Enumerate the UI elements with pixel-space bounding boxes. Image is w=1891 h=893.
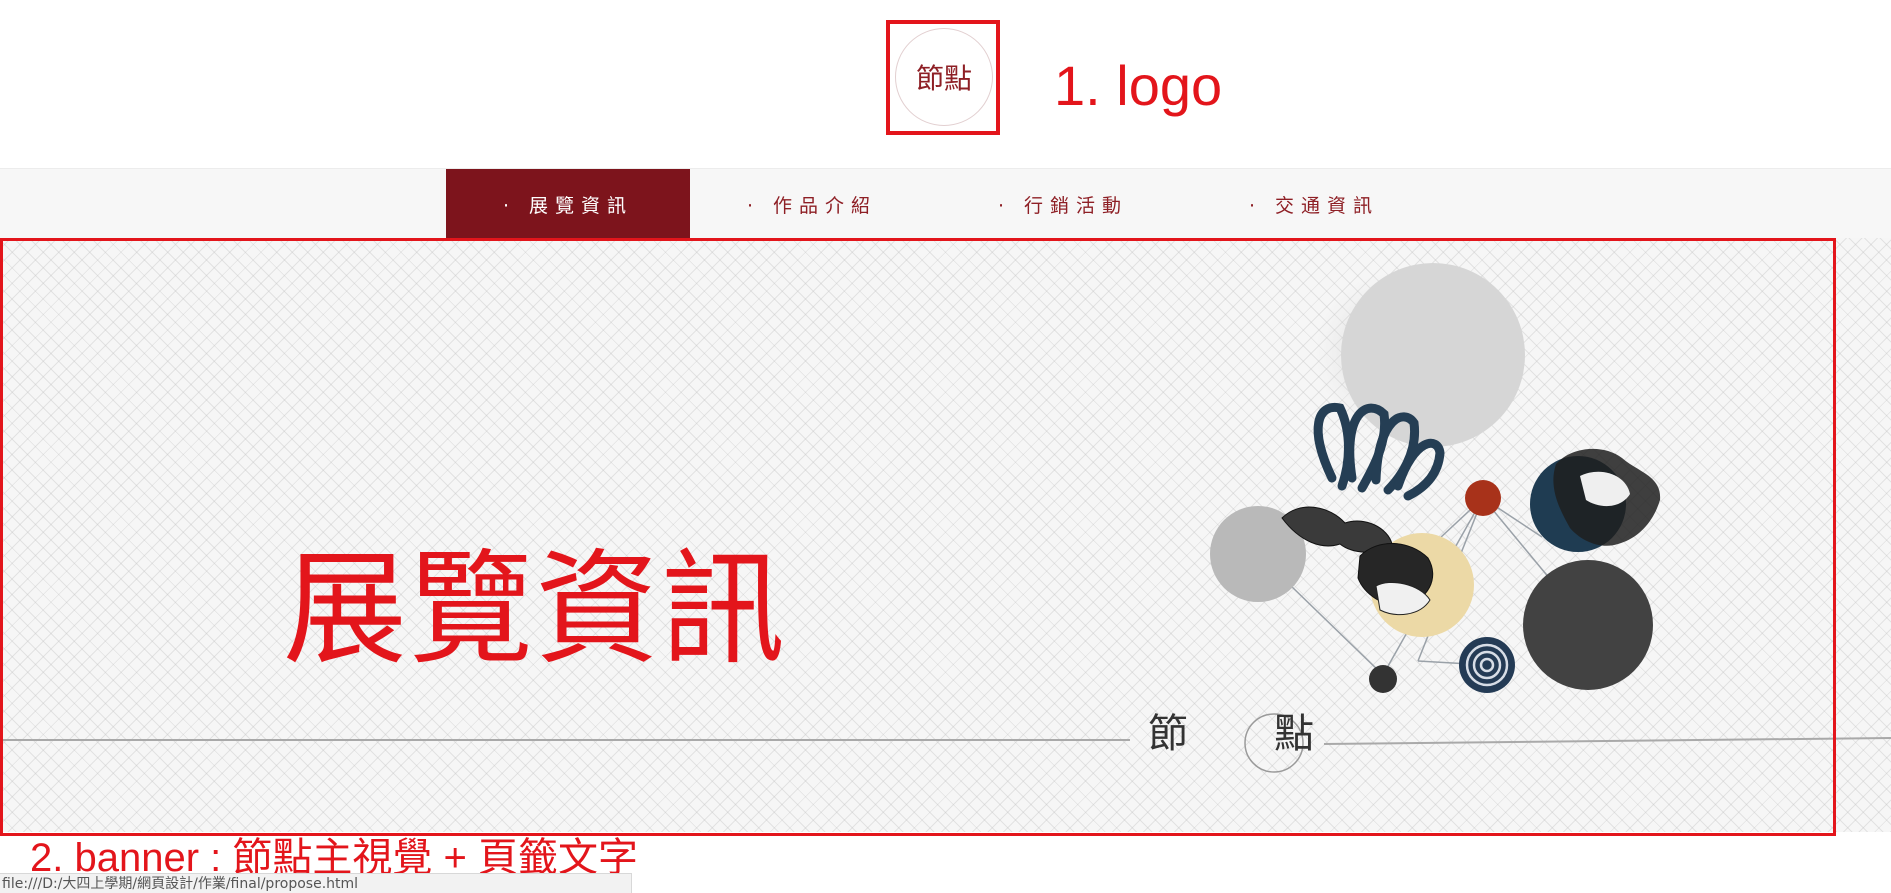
nav-item-marketing[interactable]: · 行銷活動 <box>941 169 1185 239</box>
nav-item-exhibition-info[interactable]: · 展覽資訊 <box>446 169 690 239</box>
banner-title: 展覽資訊 <box>283 538 788 682</box>
nav-item-transport[interactable]: · 交通資訊 <box>1192 169 1436 239</box>
small-dark-dot <box>1369 665 1397 693</box>
logo-highlight-frame: 節點 <box>886 20 1000 135</box>
nav-item-label: · 展覽資訊 <box>502 194 634 217</box>
horizon-line <box>0 737 1891 745</box>
nav-item-label: · 行銷活動 <box>997 194 1129 217</box>
signature-dian: 點 <box>1274 711 1314 757</box>
dark-circle <box>1523 560 1653 690</box>
red-dot <box>1465 480 1501 516</box>
status-bar: file:///D:/大四上學期/網頁設計/作業/final/propose.h… <box>0 873 632 893</box>
banner-artwork <box>0 263 1891 773</box>
signature-jie: 節 <box>1148 711 1188 757</box>
site-logo[interactable]: 節點 <box>895 28 993 126</box>
site-header: 節點 1. logo <box>0 0 1891 168</box>
nav-item-label: · 作品介紹 <box>746 194 878 217</box>
status-url: file:///D:/大四上學期/網頁設計/作業/final/propose.h… <box>2 876 359 892</box>
logo-annotation: 1. logo <box>1054 54 1223 117</box>
logo-text: 節點 <box>915 62 972 95</box>
banner-annotation: 2. banner : 節點主視覺 + 頁籤文字 <box>30 836 638 880</box>
nav-item-label: · 交通資訊 <box>1248 194 1380 217</box>
large-gray-circle <box>1341 263 1525 447</box>
banner: 展覽資訊 節 點 <box>0 238 1891 832</box>
nav-item-works[interactable]: · 作品介紹 <box>690 169 934 239</box>
main-nav: · 展覽資訊 · 作品介紹 · 行銷活動 · 交通資訊 <box>0 168 1891 239</box>
